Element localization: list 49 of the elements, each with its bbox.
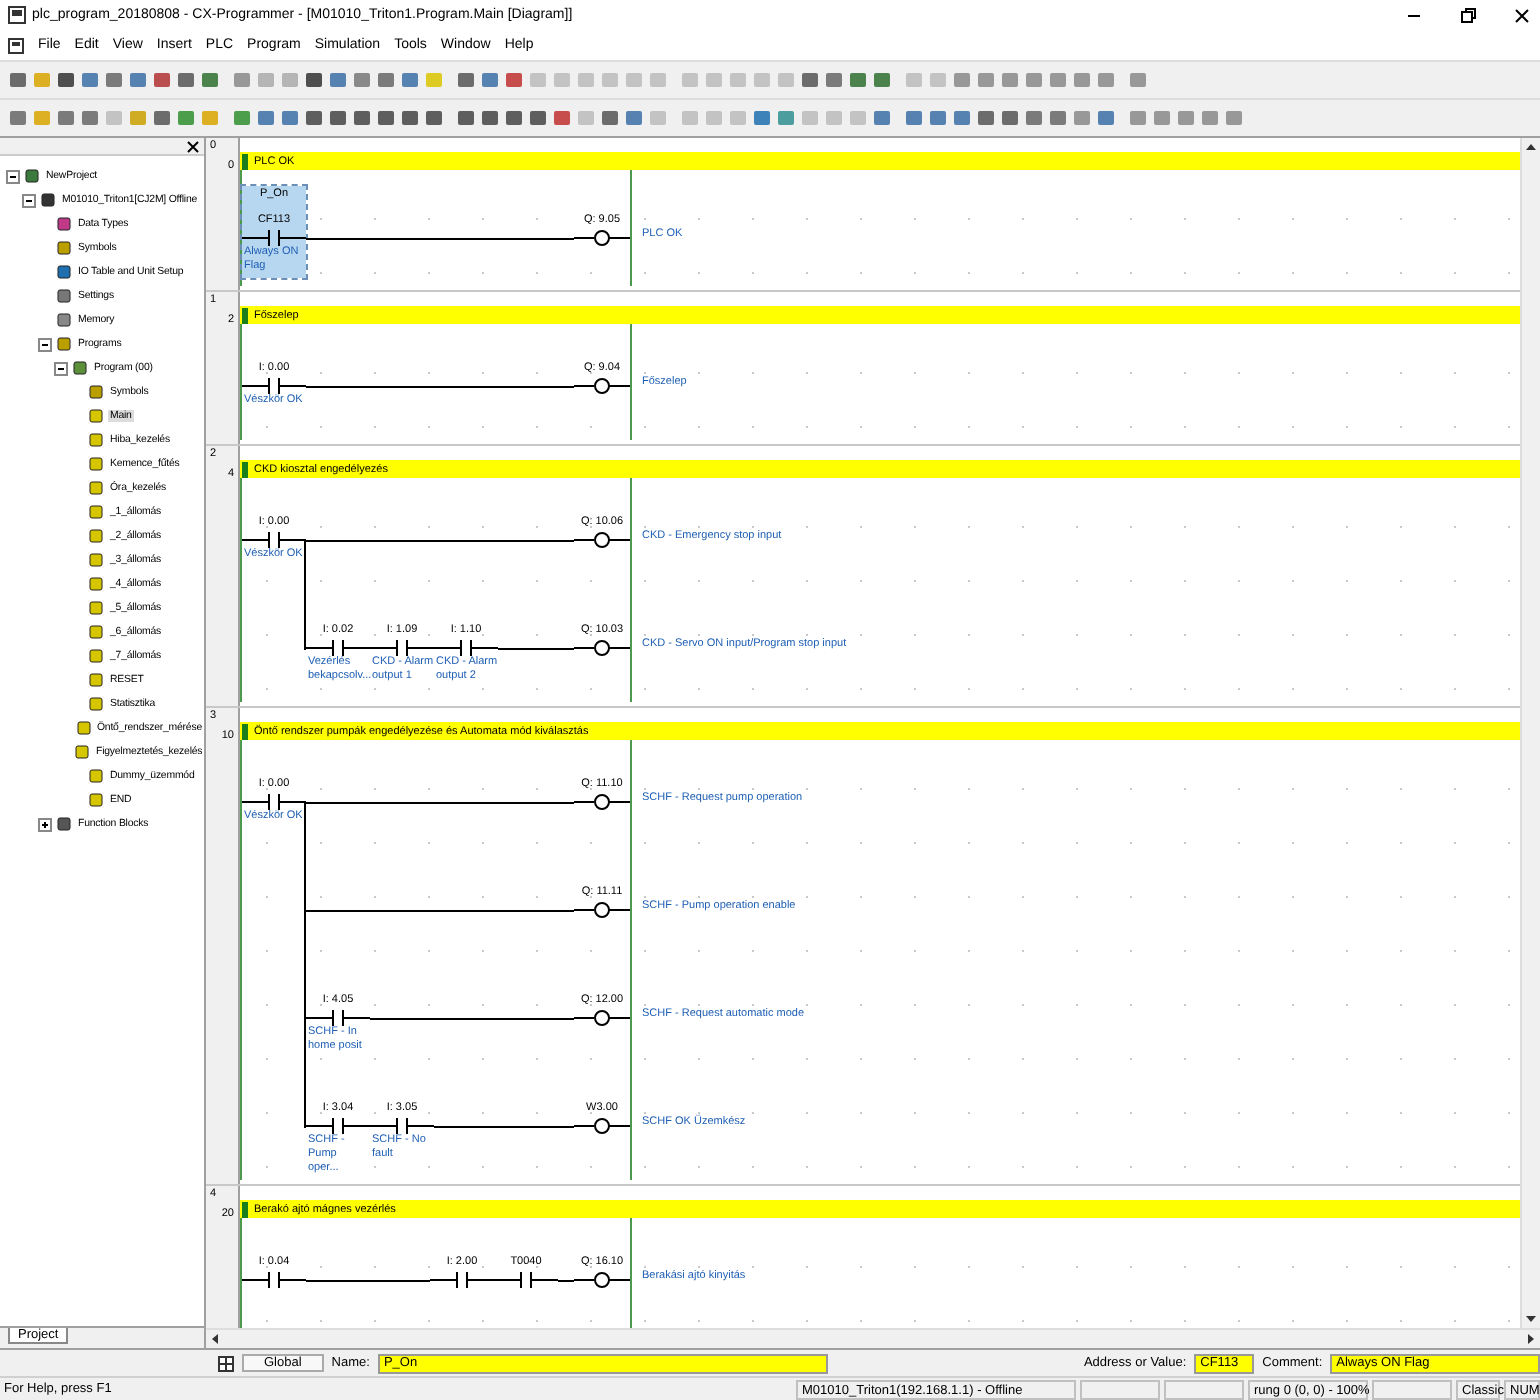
- coil-symbol: [574, 1118, 630, 1134]
- status-panel: [1372, 1379, 1452, 1399]
- settings-icon: [56, 288, 72, 304]
- rung-marker: [242, 307, 248, 323]
- close-icon[interactable]: [186, 139, 200, 153]
- program-icon: [72, 360, 88, 376]
- coil-symbol: [574, 230, 630, 246]
- close-icon[interactable]: [1512, 5, 1532, 25]
- grid-icon[interactable]: [218, 1355, 234, 1371]
- contact-symbol: [242, 378, 306, 394]
- expand-toggle[interactable]: [38, 337, 52, 351]
- app-icon: [8, 6, 26, 24]
- programs-icon: [56, 336, 72, 352]
- coil-symbol: [574, 902, 630, 918]
- contact-symbol: [242, 1272, 306, 1288]
- wire: [306, 1280, 430, 1282]
- rung-marker: [242, 1201, 248, 1217]
- wire: [558, 1280, 574, 1282]
- coil-symbol: [574, 640, 630, 656]
- memory-icon: [56, 312, 72, 328]
- contact-symbol: [242, 230, 306, 246]
- project-icon: [24, 168, 40, 184]
- symbols-icon: [56, 240, 72, 256]
- contact-symbol: [242, 794, 306, 810]
- expand-toggle[interactable]: [38, 817, 52, 831]
- wire: [498, 648, 574, 650]
- rung-marker: [242, 153, 248, 169]
- data-types-icon: [56, 216, 72, 232]
- plc-icon: [40, 192, 56, 208]
- expand-toggle[interactable]: [22, 193, 36, 207]
- status-panel: [1164, 1379, 1244, 1399]
- expand-toggle[interactable]: [54, 361, 68, 375]
- coil-symbol: [574, 378, 630, 394]
- coil-symbol: [574, 532, 630, 548]
- contact-symbol: [306, 1010, 370, 1026]
- coil-symbol: [574, 794, 630, 810]
- coil-symbol: [574, 1272, 630, 1288]
- rung-marker: [242, 723, 248, 739]
- expand-toggle[interactable]: [6, 169, 20, 183]
- restore-icon[interactable]: [1458, 5, 1478, 25]
- contact-symbol: [242, 532, 306, 548]
- coil-symbol: [574, 1010, 630, 1026]
- function-blocks-icon: [56, 816, 72, 832]
- document-icon: [8, 37, 24, 53]
- symbols-icon: [88, 384, 104, 400]
- io-table-icon: [56, 264, 72, 280]
- status-panel: [1080, 1379, 1160, 1399]
- rung-marker: [242, 461, 248, 477]
- wire: [434, 1126, 574, 1128]
